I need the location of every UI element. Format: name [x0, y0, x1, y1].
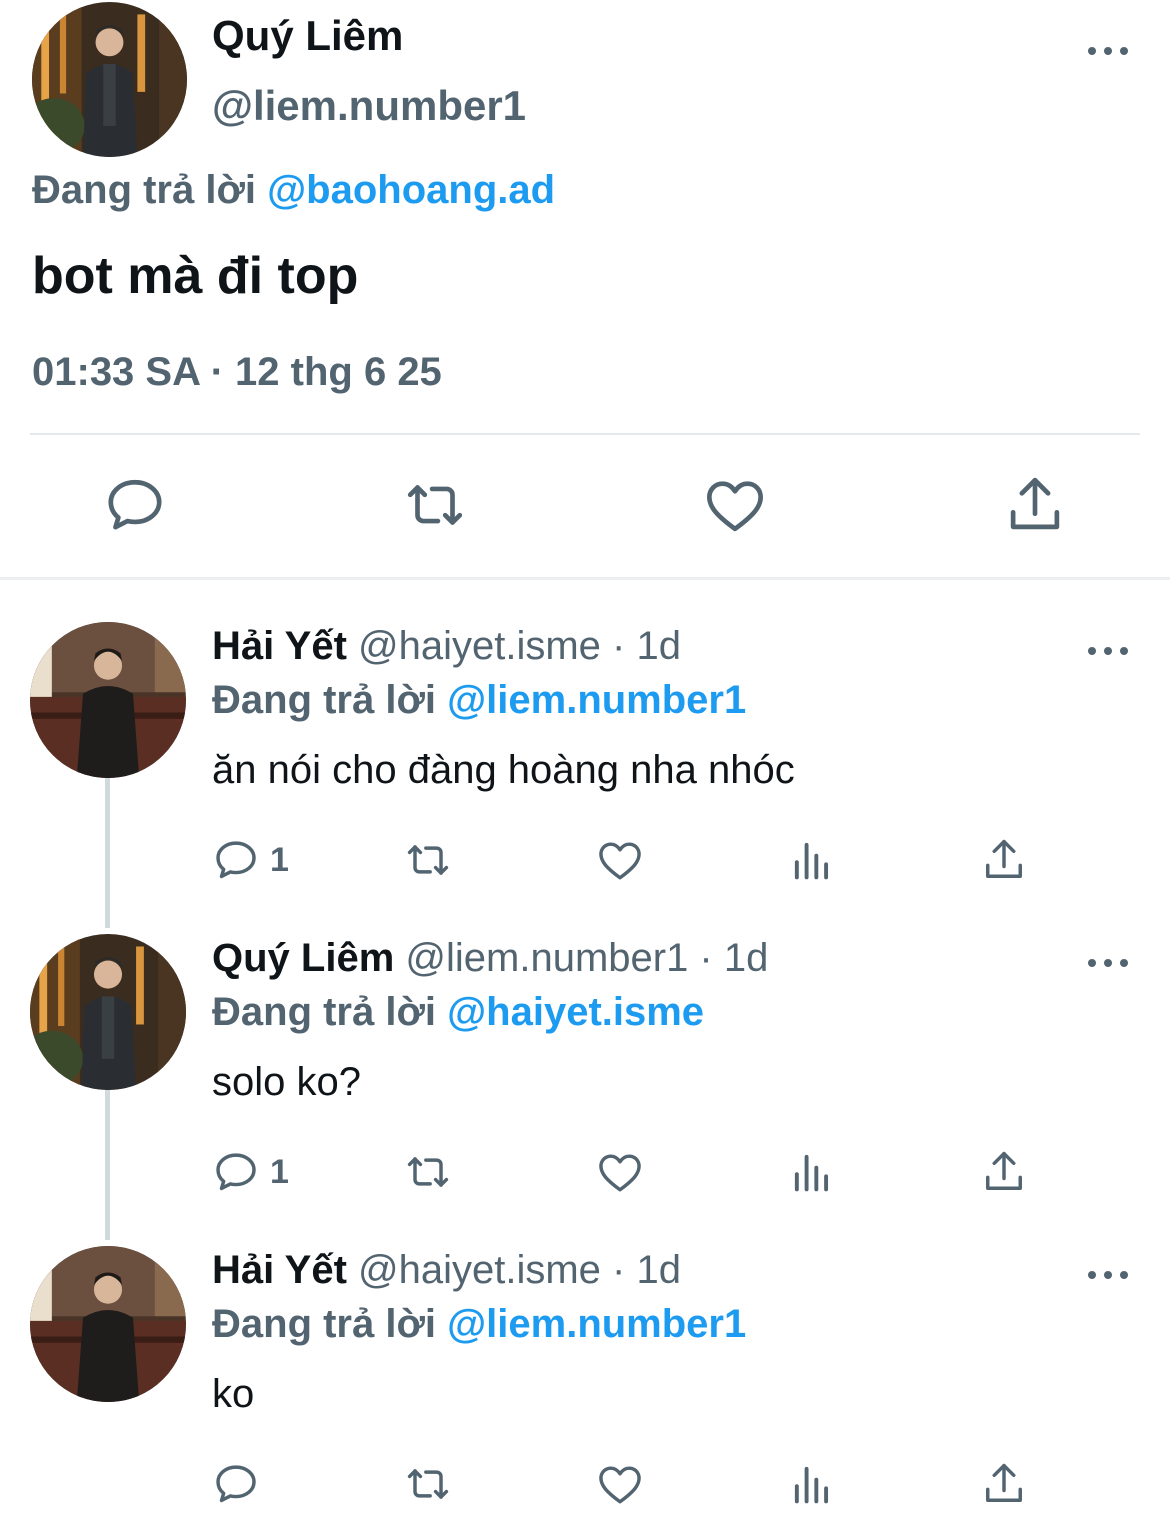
author-name[interactable]: Hải Yết [212, 1248, 347, 1292]
views-icon[interactable] [786, 1144, 838, 1200]
reply-tweet[interactable]: Hải Yết @haiyet.isme · 1d Đang trả lời @… [0, 1246, 1170, 1522]
like-icon[interactable] [594, 832, 646, 888]
replying-to-line: Đang trả lời @liem.number1 [212, 1302, 746, 1347]
tweet-timestamp[interactable]: 01:33 SA · 12 thg 6 25 [32, 350, 442, 395]
reply-header: Hải Yết @haiyet.isme · 1d [212, 624, 681, 669]
more-options-icon[interactable] [1088, 44, 1128, 58]
tweet-text: solo ko? [212, 1060, 361, 1104]
retweet-icon[interactable] [402, 832, 454, 888]
tweet-text: ko [212, 1372, 255, 1416]
reply-count: 1 [270, 840, 289, 879]
divider [0, 577, 1170, 580]
share-icon[interactable] [978, 1456, 1030, 1512]
tweet-action-bar: 1 [0, 1144, 1170, 1204]
reply-header: Hải Yết @haiyet.isme · 1d [212, 1248, 681, 1293]
reply-icon [216, 1153, 256, 1191]
replying-to-line: Đang trả lời @haiyet.isme [212, 990, 704, 1035]
tweet-action-bar: 1 [0, 832, 1170, 892]
author-name[interactable]: Quý Liêm [212, 936, 394, 980]
reply-tweet[interactable]: Quý Liêm @liem.number1 · 1d Đang trả lời… [0, 934, 1170, 1246]
reply-tweet[interactable]: Hải Yết @haiyet.isme · 1d Đang trả lời @… [0, 622, 1170, 934]
replying-to-mention[interactable]: @haiyet.isme [447, 990, 704, 1034]
tweet-text: bot mà đi top [32, 247, 359, 305]
reply-header: Quý Liêm @liem.number1 · 1d [212, 936, 768, 981]
author-handle[interactable]: @liem.number1 [212, 82, 526, 130]
reply-icon [216, 1465, 256, 1503]
views-icon[interactable] [786, 1456, 838, 1512]
views-icon[interactable] [786, 832, 838, 888]
replying-label: Đang trả lời [212, 678, 437, 722]
avatar[interactable] [30, 934, 186, 1090]
retweet-icon[interactable] [402, 1144, 454, 1200]
reply-button[interactable] [210, 1456, 270, 1512]
tweet-text: ăn nói cho đàng hoàng nha nhóc [212, 748, 795, 792]
replying-label: Đang trả lời [212, 990, 437, 1034]
tweet-action-bar [0, 470, 1170, 550]
replying-to-mention[interactable]: @liem.number1 [447, 1302, 746, 1346]
reply-icon[interactable] [100, 470, 170, 540]
reply-button[interactable]: 1 [210, 832, 289, 888]
replying-to-line: Đang trả lời @liem.number1 [212, 678, 746, 723]
reply-icon [216, 841, 256, 879]
avatar[interactable] [32, 2, 187, 157]
reply-count: 1 [270, 1152, 289, 1191]
replying-to-mention[interactable]: @liem.number1 [447, 678, 746, 722]
tweet-thread-page: Quý Liêm @liem.number1 Đang trả lời @bao… [0, 0, 1170, 1522]
retweet-icon[interactable] [400, 470, 470, 540]
divider [30, 433, 1140, 435]
like-icon[interactable] [594, 1144, 646, 1200]
more-options-icon[interactable] [1088, 1268, 1128, 1282]
like-icon[interactable] [700, 470, 770, 540]
share-icon[interactable] [978, 832, 1030, 888]
avatar[interactable] [30, 622, 186, 778]
main-tweet: Quý Liêm @liem.number1 Đang trả lời @bao… [0, 0, 1170, 580]
replying-label: Đang trả lời [32, 168, 257, 212]
replying-to-line: Đang trả lời @baohoang.ad [32, 168, 555, 213]
author-name[interactable]: Quý Liêm [212, 12, 403, 60]
author-meta[interactable]: @haiyet.isme · 1d [358, 1248, 681, 1292]
more-options-icon[interactable] [1088, 644, 1128, 658]
tweet-action-bar [0, 1456, 1170, 1516]
more-options-icon[interactable] [1088, 956, 1128, 970]
like-icon[interactable] [594, 1456, 646, 1512]
retweet-icon[interactable] [402, 1456, 454, 1512]
avatar[interactable] [30, 1246, 186, 1402]
author-name[interactable]: Hải Yết [212, 624, 347, 668]
author-meta[interactable]: @liem.number1 · 1d [405, 936, 768, 980]
replying-to-mention[interactable]: @baohoang.ad [267, 168, 555, 212]
reply-button[interactable]: 1 [210, 1144, 289, 1200]
author-meta[interactable]: @haiyet.isme · 1d [358, 624, 681, 668]
share-icon[interactable] [1000, 470, 1070, 540]
replying-label: Đang trả lời [212, 1302, 437, 1346]
share-icon[interactable] [978, 1144, 1030, 1200]
